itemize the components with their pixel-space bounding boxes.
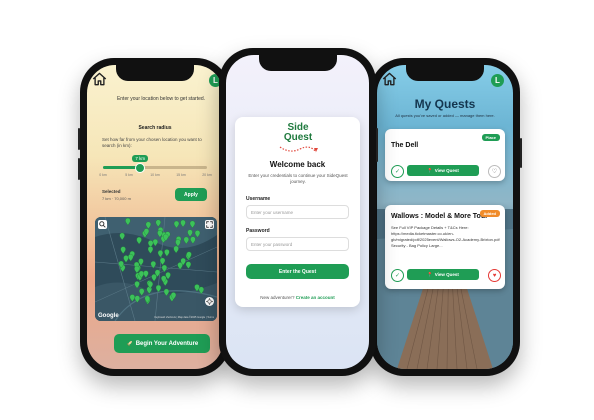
view-quest-button[interactable]: 📍 View Quest xyxy=(407,269,479,280)
quest-card-title: Wallows : Model & More Tour xyxy=(391,213,488,220)
phone-notch xyxy=(258,55,337,71)
google-logo: Google xyxy=(98,313,119,319)
login-card: Side Quest Welcome back Enter your crede… xyxy=(235,117,360,307)
phone-side-button xyxy=(376,128,378,162)
favorite-heart-icon[interactable]: ♡ xyxy=(488,165,501,178)
login-screen: Side Quest Welcome back Enter your crede… xyxy=(226,55,369,369)
complete-check-icon[interactable]: ✓ xyxy=(391,269,404,282)
selected-label: Selected xyxy=(102,189,121,194)
username-label: Username xyxy=(246,196,271,202)
favorite-heart-icon[interactable]: ♥ xyxy=(488,269,501,282)
phone-side-button xyxy=(78,128,80,150)
home-icon[interactable] xyxy=(382,72,397,86)
radius-tick-label: 20 km xyxy=(202,173,212,177)
radius-tick-label: 15 km xyxy=(176,173,186,177)
radius-slider-fill xyxy=(103,166,140,169)
search-radius-description: Set how far from your chosen location yo… xyxy=(102,137,202,148)
radius-slider[interactable]: 7 km xyxy=(103,155,207,173)
phone-notch xyxy=(406,65,484,81)
phone-side-button xyxy=(520,138,522,168)
radius-tick-labels: 0 km 5 km 10 km 15 km 20 km xyxy=(99,173,212,179)
view-quest-label: View Quest xyxy=(434,168,459,173)
radius-slider-thumb[interactable] xyxy=(135,163,146,173)
quest-card[interactable]: Wallows : Model & More Tour Added See Fu… xyxy=(385,205,505,289)
username-input[interactable] xyxy=(246,205,349,219)
begin-adventure-label: Begin Your Adventure xyxy=(135,340,199,347)
fullscreen-icon[interactable] xyxy=(205,220,214,229)
enter-quest-button[interactable]: Enter the Quest xyxy=(246,264,349,279)
map-terrain xyxy=(95,217,217,321)
quest-card-badge: Added xyxy=(479,210,500,217)
sidequest-logo: Side Quest xyxy=(274,123,322,155)
location-pin-icon: 📍 xyxy=(427,271,433,277)
locate-me-icon[interactable] xyxy=(205,297,214,306)
page-title: My Quests xyxy=(414,97,476,111)
password-input[interactable] xyxy=(246,237,349,251)
dotted-path-icon xyxy=(279,146,318,153)
avatar[interactable]: L xyxy=(491,74,504,87)
page-subtitle: All quests you've saved or added — manag… xyxy=(395,113,495,118)
quest-map[interactable]: Google Keyboard shortcuts | Map data ©20… xyxy=(95,217,217,321)
search-radius-title: Search radius xyxy=(138,125,172,131)
home-icon[interactable] xyxy=(92,72,107,86)
radius-tick-label: 5 km xyxy=(125,173,133,177)
login-description: Enter your credentials to continue your … xyxy=(248,173,348,184)
begin-adventure-button[interactable]: Begin Your Adventure xyxy=(114,334,210,353)
selected-value: 7 km · 70,000 m xyxy=(102,196,131,201)
view-quest-button[interactable]: 📍 View Quest xyxy=(407,165,479,176)
quest-card-title: The Dell xyxy=(391,142,419,149)
phone-notch xyxy=(116,65,194,81)
rocket-icon xyxy=(126,341,132,346)
create-account-link[interactable]: Create an account xyxy=(296,295,335,300)
map-attribution[interactable]: Keyboard shortcuts | Map data ©2025 Goog… xyxy=(154,316,214,319)
radius-tick-label: 0 km xyxy=(99,173,107,177)
center-phone: Side Quest Welcome back Enter your crede… xyxy=(219,48,378,376)
welcome-heading: Welcome back xyxy=(269,160,326,169)
left-phone: L Enter your location below to get start… xyxy=(78,58,230,376)
location-intro-text: Enter your location below to get started… xyxy=(116,96,206,102)
quest-card[interactable]: The Dell Place ✓ 📍 View Quest ♡ xyxy=(385,129,505,181)
password-label: Password xyxy=(246,228,270,234)
signup-row: New adventurer? Create an account xyxy=(235,295,360,300)
radius-tick-label: 10 km xyxy=(150,173,160,177)
radius-value-bubble: 7 km xyxy=(132,155,149,162)
right-phone: L My Quests All quests you've saved or a… xyxy=(370,58,522,376)
signup-prompt: New adventurer? xyxy=(260,295,295,300)
view-quest-label: View Quest xyxy=(434,272,459,277)
apply-button[interactable]: Apply xyxy=(175,188,207,201)
phone-side-button xyxy=(78,158,80,180)
quest-card-description: See Full VIP Package Details + T&Cs Here… xyxy=(391,225,500,248)
quest-card-badge: Place xyxy=(481,134,500,141)
my-quests-screen: L My Quests All quests you've saved or a… xyxy=(377,65,513,369)
complete-check-icon[interactable]: ✓ xyxy=(391,165,404,178)
location-screen: L Enter your location below to get start… xyxy=(87,65,223,369)
location-pin-icon: 📍 xyxy=(427,167,433,173)
map-search-icon[interactable] xyxy=(98,220,107,229)
